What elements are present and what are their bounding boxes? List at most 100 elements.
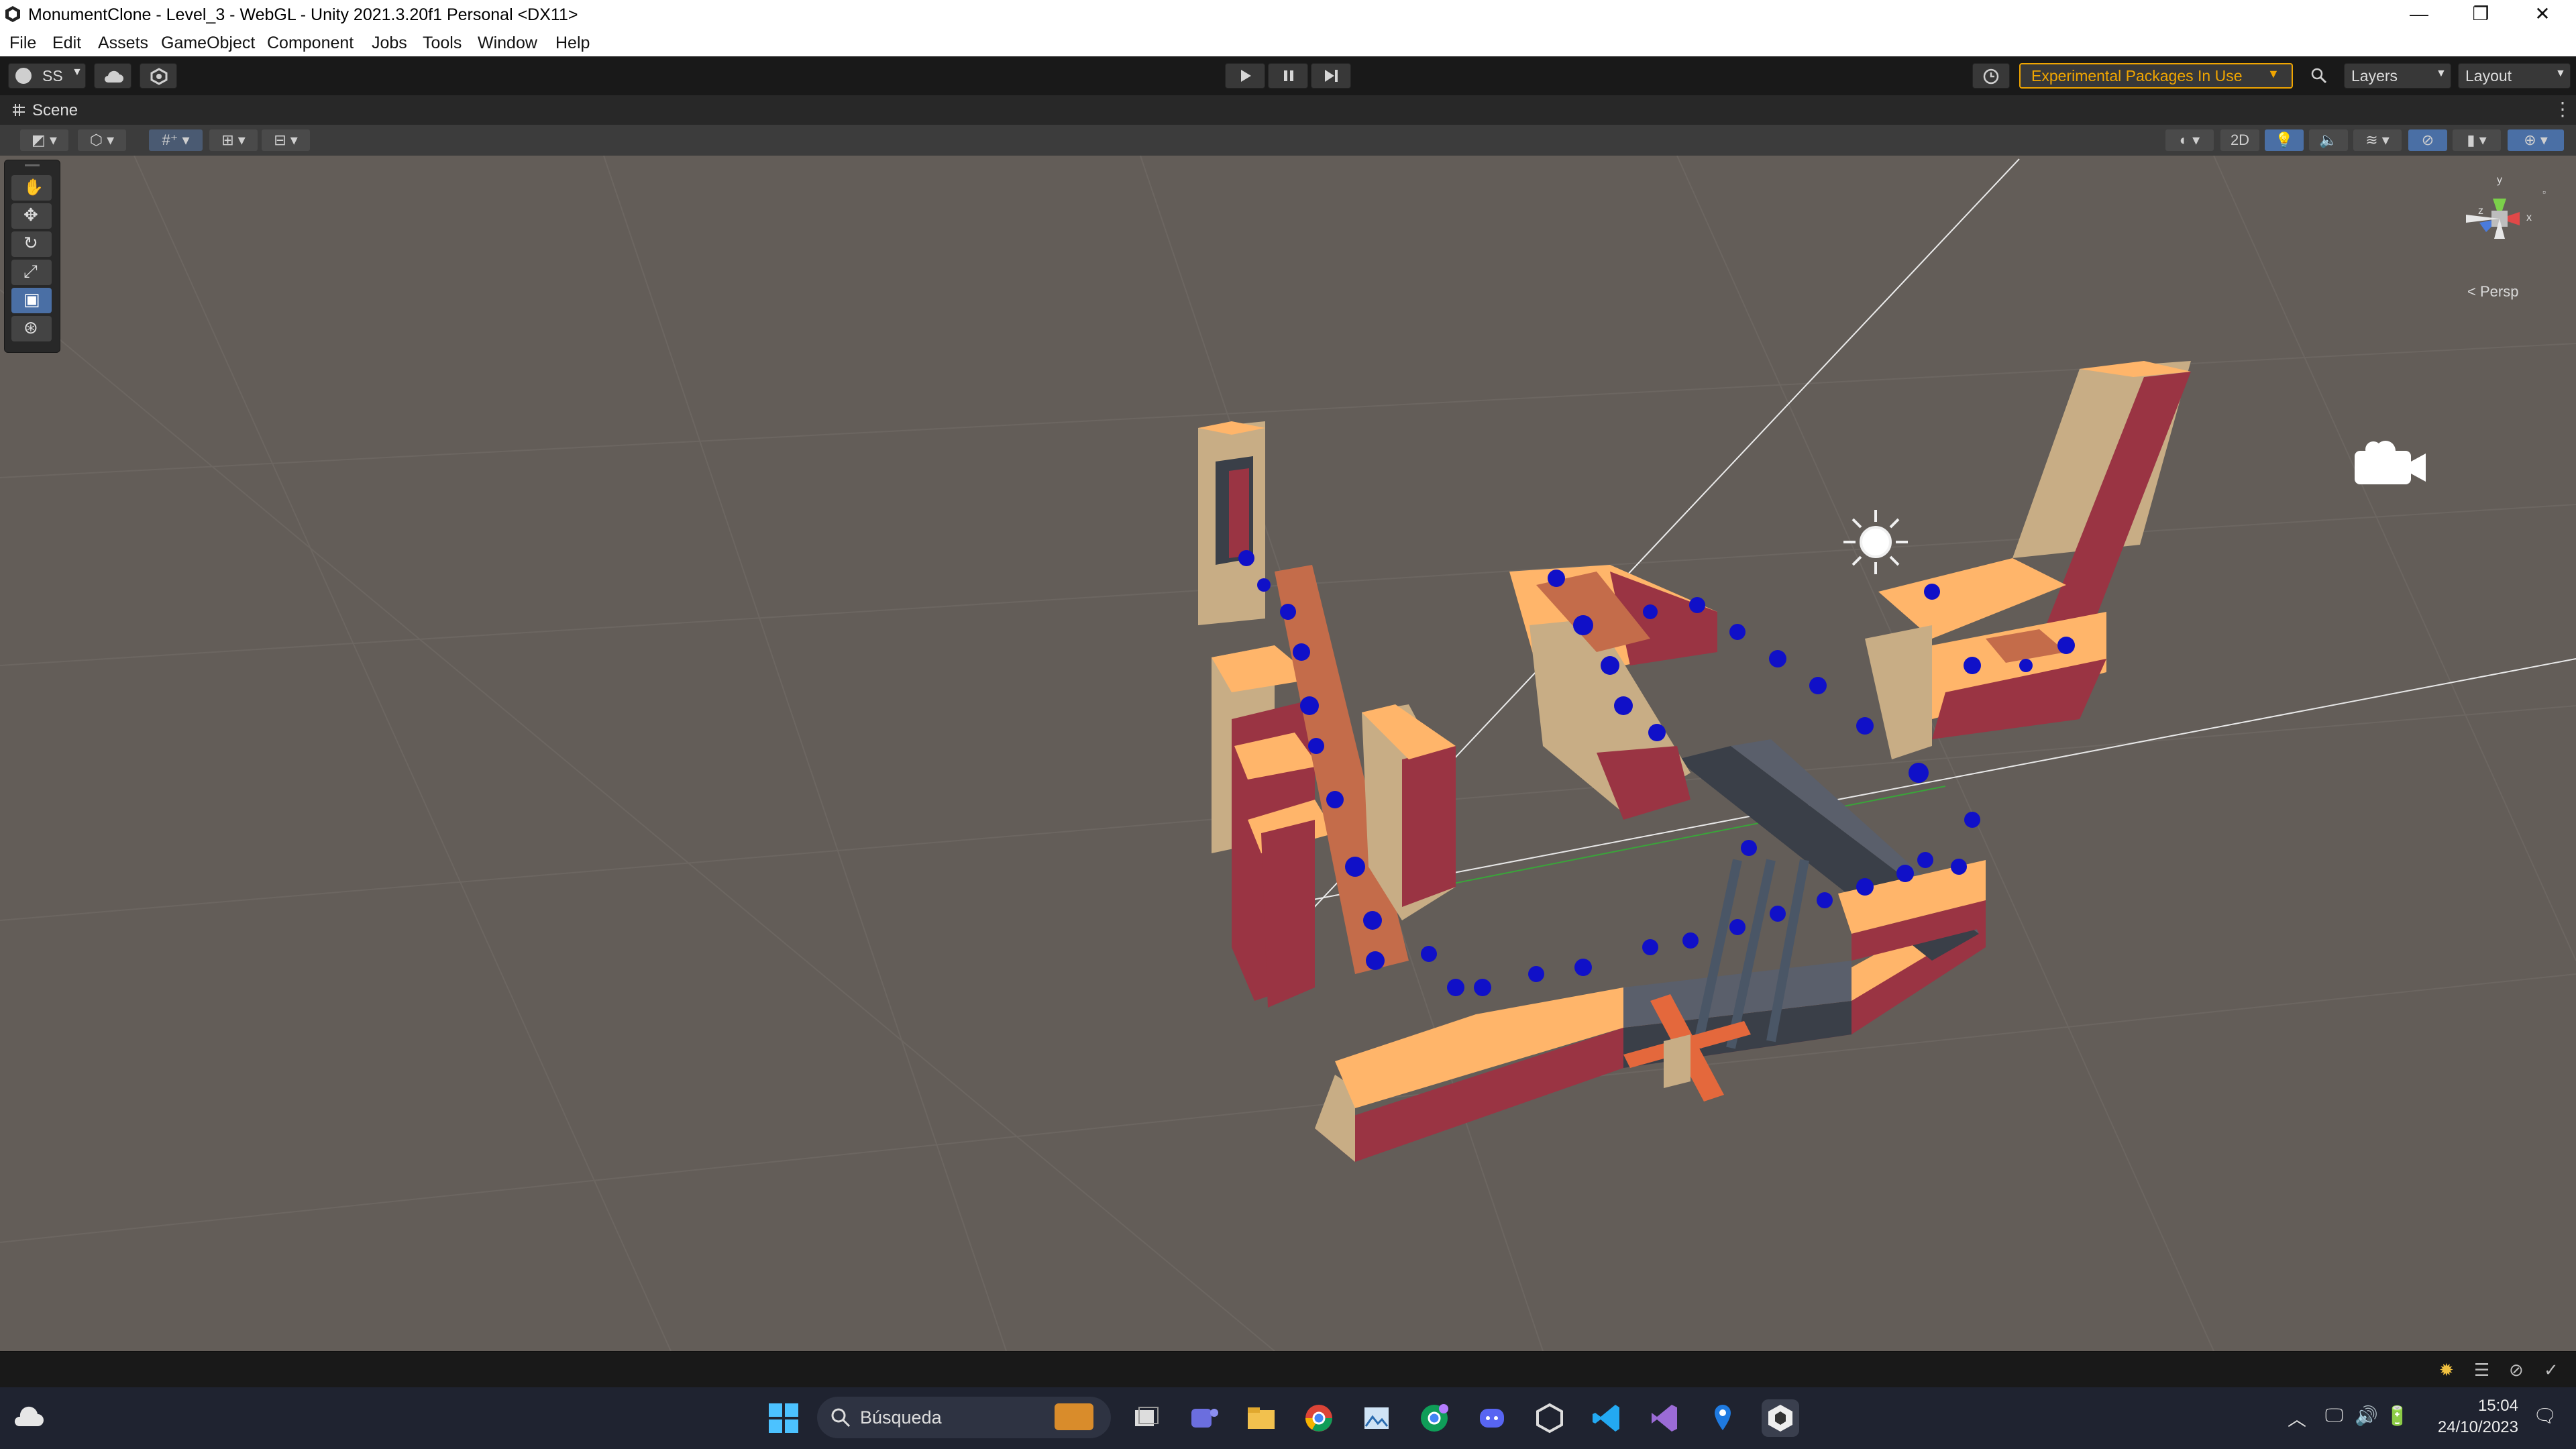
vscode-button[interactable] (1589, 1399, 1626, 1437)
grid-snapping-dropdown[interactable]: #⁺ ▾ (149, 129, 203, 151)
rotate-tool[interactable]: ↻ (11, 231, 52, 257)
orientation-gizmo[interactable]: y z x ▫ (2453, 172, 2546, 266)
map-pin-icon (1715, 1405, 1731, 1430)
menu-gameobject[interactable]: GameObject (161, 34, 255, 53)
network-icon[interactable]: 🖵 (2325, 1405, 2343, 1427)
tab-scene[interactable]: Scene (32, 101, 78, 120)
scale-icon: ⤢ (23, 261, 38, 281)
menu-help[interactable]: Help (555, 34, 590, 53)
history-button[interactable] (1972, 63, 2010, 89)
maximize-button[interactable]: ❐ (2450, 0, 2512, 30)
volume-icon[interactable]: 🔊 (2355, 1405, 2378, 1427)
vscode-icon (1593, 1405, 1619, 1432)
move-tool[interactable]: ✥ (11, 203, 52, 229)
snap-increment-icon: ⊟ ▾ (274, 131, 298, 148)
menu-jobs[interactable]: Jobs (372, 34, 407, 53)
toggle-2d-button[interactable]: 2D (2220, 129, 2259, 151)
gizmo-y-label: y (2497, 174, 2502, 186)
notification-icon[interactable]: 🗨 (2533, 1405, 2557, 1427)
scene-tab-header: Scene ⋮ (0, 95, 2576, 125)
transform-tool[interactable]: ⊛ (11, 316, 52, 341)
search-highlight-icon (1055, 1403, 1093, 1430)
menu-assets[interactable]: Assets (98, 34, 148, 53)
menu-edit[interactable]: Edit (52, 34, 81, 53)
widgets-weather-icon[interactable] (9, 1399, 47, 1437)
folder-icon (1248, 1407, 1275, 1429)
experimental-packages-button[interactable]: Experimental Packages In Use ▼ (2019, 63, 2293, 89)
step-button[interactable] (1311, 63, 1351, 89)
file-explorer-button[interactable] (1242, 1399, 1280, 1437)
drag-handle[interactable] (25, 164, 40, 166)
chrome-profile-button[interactable] (1415, 1399, 1453, 1437)
play-button[interactable] (1225, 63, 1265, 89)
clock-time[interactable]: 15:04 (2435, 1397, 2518, 1415)
hand-tool[interactable]: ✋ (11, 175, 52, 201)
account-label: SS (42, 67, 63, 85)
cache-server-icon[interactable]: ☰ (2474, 1360, 2489, 1381)
account-dropdown[interactable]: SS ▼ (8, 63, 86, 89)
directional-light-gizmo (1843, 510, 1908, 574)
menu-tools[interactable]: Tools (423, 34, 462, 53)
effects-dropdown[interactable]: ≋ ▾ (2353, 129, 2402, 151)
os-taskbar: Búsqueda ︿ 🖵 🔊 🔋 15:04 24/10/2023 🗨 (0, 1387, 2576, 1449)
start-button[interactable] (765, 1399, 802, 1437)
shading-mode-dropdown[interactable]: ◐ ▾ (2165, 129, 2214, 151)
rect-tool[interactable]: ▣ (11, 288, 52, 313)
grid-icon (13, 104, 25, 116)
unity-editor-button[interactable] (1762, 1399, 1799, 1437)
menu-component[interactable]: Component (267, 34, 354, 53)
audio-toggle-button[interactable]: 🔈 (2309, 129, 2348, 151)
close-button[interactable]: ✕ (2512, 0, 2573, 30)
more-options-icon[interactable]: ⋮ (2553, 98, 2572, 120)
step-icon (1325, 70, 1338, 82)
menu-file[interactable]: File (9, 34, 36, 53)
draw-mode-icon: ◩ ▾ (32, 131, 57, 148)
rect-transform-icon: ▣ (23, 289, 40, 309)
clock-date[interactable]: 24/10/2023 (2426, 1418, 2518, 1437)
chevron-up-icon[interactable]: ︿ (2288, 1405, 2306, 1432)
search-button[interactable] (2301, 63, 2339, 89)
grid-toggle-icon: ⊞ ▾ (221, 131, 246, 148)
debug-mode-icon[interactable]: ⊘ (2509, 1360, 2524, 1381)
scene-visibility-toggle[interactable]: ⊘ (2408, 129, 2447, 151)
chrome-button[interactable] (1300, 1399, 1338, 1437)
layers-dropdown[interactable]: Layers ▼ (2344, 63, 2451, 89)
minimize-button[interactable]: — (2388, 0, 2450, 30)
render-mode-dropdown[interactable]: ⬡ ▾ (78, 129, 126, 151)
camera-settings-dropdown[interactable]: ▮ ▾ (2453, 129, 2501, 151)
history-icon (1983, 68, 1999, 85)
cloud-button[interactable] (94, 63, 131, 89)
unity-hub-button[interactable] (1531, 1399, 1568, 1437)
search-placeholder: Búsqueda (860, 1407, 942, 1428)
gizmos-dropdown[interactable]: ⊕ ▾ (2508, 129, 2564, 151)
increment-snapping-dropdown[interactable]: ⊟ ▾ (262, 129, 310, 151)
menu-window[interactable]: Window (478, 34, 537, 53)
lighting-bake-icon[interactable]: ✹ (2439, 1360, 2454, 1381)
discord-button[interactable] (1473, 1399, 1511, 1437)
layout-dropdown[interactable]: Layout ▼ (2458, 63, 2571, 89)
scale-tool[interactable]: ⤢ (11, 260, 52, 285)
scene-viewport[interactable]: y z x ▫ < Persp (0, 156, 2576, 1351)
taskbar-search[interactable]: Búsqueda (817, 1397, 1111, 1438)
collab-button[interactable] (140, 63, 177, 89)
lock-icon[interactable]: ▫ (2542, 186, 2546, 197)
teams-app-button[interactable] (1185, 1399, 1222, 1437)
chrome-icon (1305, 1405, 1332, 1432)
grid-snap-icon: #⁺ ▾ (162, 131, 190, 148)
unity-logo-icon (5, 6, 20, 22)
grid-visibility-dropdown[interactable]: ⊞ ▾ (209, 129, 258, 151)
gizmo-z-label: z (2478, 205, 2483, 217)
tool-palette: ✋ ✥ ↻ ⤢ ▣ ⊛ (4, 160, 60, 353)
projection-toggle[interactable]: < Persp (2467, 283, 2518, 301)
photos-app-button[interactable] (1358, 1399, 1395, 1437)
battery-icon[interactable]: 🔋 (2385, 1405, 2409, 1427)
draw-mode-dropdown[interactable]: ◩ ▾ (20, 129, 68, 151)
search-icon (831, 1408, 851, 1428)
task-view-button[interactable] (1127, 1399, 1165, 1437)
status-bar: ✹ ☰ ⊘ ✓ (0, 1351, 2576, 1388)
visual-studio-button[interactable] (1646, 1399, 1684, 1437)
maps-app-button[interactable] (1704, 1399, 1741, 1437)
status-check-icon[interactable]: ✓ (2544, 1360, 2559, 1381)
lighting-toggle-button[interactable]: 💡 (2265, 129, 2304, 151)
pause-button[interactable] (1268, 63, 1308, 89)
